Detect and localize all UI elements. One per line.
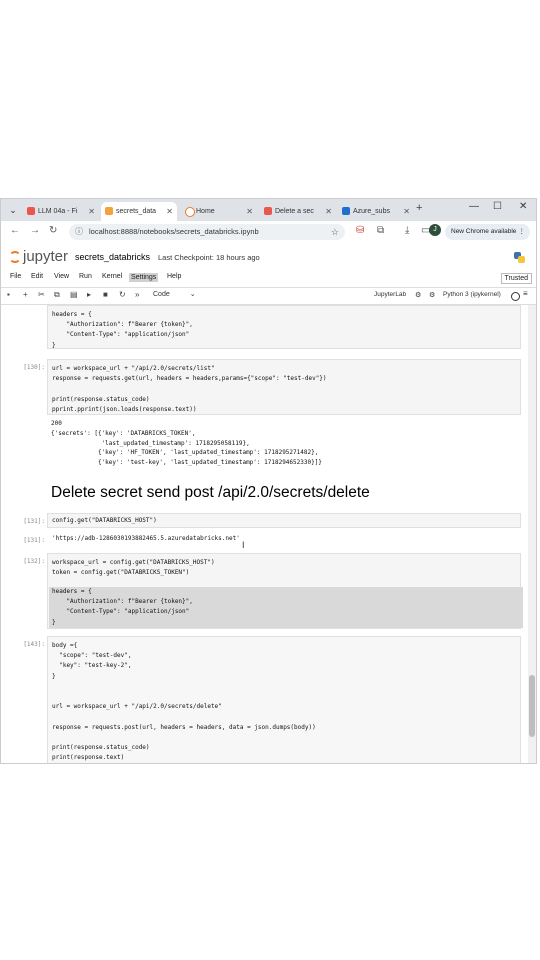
cell-code[interactable]: workspace_url = config.get("DATABRICKS_H… [52, 558, 215, 578]
stop-icon[interactable]: ■ [103, 290, 108, 299]
tab-llm[interactable]: LLM 04a - Fi ✕ [23, 202, 99, 221]
scrollbar-thumb[interactable] [529, 675, 535, 737]
checkpoint-status: Last Checkpoint: 18 hours ago [158, 253, 260, 262]
close-icon[interactable]: ✕ [166, 202, 173, 221]
cell-type-select[interactable]: Code ⌄ [153, 290, 196, 298]
tab-home[interactable]: Home ✕ [181, 202, 257, 221]
cell-code[interactable]: config.get("DATABRICKS_HOST") [52, 516, 157, 526]
tab-search-icon[interactable]: ⌄ [6, 203, 20, 217]
close-icon[interactable]: ✕ [325, 202, 332, 221]
cut-icon[interactable]: ✂ [38, 290, 45, 299]
settings-gear-icon[interactable]: ⚙ [429, 291, 435, 299]
menu-help[interactable]: Help [167, 273, 181, 280]
save-icon[interactable]: ▪ [7, 290, 10, 299]
markdown-heading: Delete secret send post /api/2.0/secrets… [51, 484, 370, 501]
jupyter-file-icon [105, 207, 113, 215]
cell-code[interactable]: url = workspace_url + "/api/2.0/secrets/… [52, 364, 327, 415]
scrollbar[interactable] [528, 305, 536, 763]
menu-view[interactable]: View [54, 273, 69, 280]
close-window-button[interactable]: ✕ [519, 201, 527, 212]
kernel-status-icon [511, 292, 520, 301]
extensions-puzzle-icon[interactable]: ⧉ [377, 225, 384, 236]
copy-icon[interactable]: ⧉ [54, 290, 60, 300]
notebook-name[interactable]: secrets_databricks [75, 252, 150, 262]
menu-settings[interactable]: Settings [129, 273, 159, 282]
menu-kernel[interactable]: Kernel [102, 273, 122, 280]
url-text: localhost:8888/notebooks/secrets_databri… [89, 227, 259, 236]
notebook-area: headers = { "Authorization": f"Bearer {t… [1, 305, 528, 763]
tab-delete-secret[interactable]: Delete a sec ✕ [260, 202, 336, 221]
cell-prompt: [132]: [23, 558, 45, 565]
menu-bar: File Edit View Run Kernel Settings Help … [1, 271, 536, 285]
restart-run-all-icon[interactable]: » [135, 290, 139, 299]
notebook-toolbar: ▪ + ✂ ⧉ ▤ ▸ ■ ↻ » Code ⌄ JupyterLab ⚙ ⚙ … [1, 287, 536, 305]
tab-title: Azure_subs [353, 208, 390, 215]
tab-secrets[interactable]: secrets_data ✕ [101, 202, 177, 221]
tab-azure[interactable]: Azure_subs ✕ [338, 202, 414, 221]
databricks-icon [264, 207, 272, 215]
add-cell-icon[interactable]: + [23, 290, 28, 299]
notebook-settings-icon[interactable]: ⚙ [415, 291, 421, 299]
menu-icon[interactable]: ≡ [523, 289, 528, 298]
maximize-button[interactable]: ☐ [493, 201, 502, 212]
cell-prompt: [131]: [23, 518, 45, 525]
code-cell[interactable]: headers = { "Authorization": f"Bearer {t… [47, 305, 521, 349]
back-arrow-icon[interactable]: ← [10, 225, 20, 236]
jupyter-logo-icon [9, 251, 21, 263]
reload-icon[interactable]: ↻ [49, 225, 57, 236]
jupyter-logo-text: jupyter [23, 248, 69, 265]
address-bar[interactable]: ⓘ localhost:8888/notebooks/secrets_datab… [69, 224, 345, 240]
kernel-name[interactable]: Python 3 (ipykernel) [443, 291, 501, 298]
cell-output: 'https://adb-1286030193882465.5.azuredat… [52, 535, 240, 542]
cell-prompt: [130]: [23, 364, 45, 371]
cell-code[interactable]: body ={ "scope": "test-dev", "key": "tes… [52, 641, 316, 763]
download-icon[interactable]: ⤓ [405, 225, 409, 236]
cell-code[interactable]: headers = { "Authorization": f"Bearer {t… [52, 310, 193, 351]
tab-title: secrets_data [116, 208, 157, 215]
minimize-button[interactable]: — [469, 201, 479, 212]
selected-code[interactable]: headers = { "Authorization": f"Bearer {t… [49, 587, 523, 628]
jupyter-header: jupyter secrets_databricks Last Checkpoi… [1, 245, 536, 271]
browser-window: ⌄ LLM 04a - Fi ✕ secrets_data ✕ Home ✕ D… [0, 198, 537, 764]
code-cell[interactable]: url = workspace_url + "/api/2.0/secrets/… [47, 359, 521, 415]
menu-run[interactable]: Run [79, 273, 92, 280]
close-icon[interactable]: ✕ [403, 202, 410, 221]
menu-file[interactable]: File [10, 273, 21, 280]
run-icon[interactable]: ▸ [87, 290, 91, 299]
close-icon[interactable]: ✕ [88, 202, 95, 221]
python-logo-icon [514, 252, 525, 263]
tab-title: Home [196, 208, 215, 215]
forward-arrow-icon[interactable]: → [30, 225, 40, 236]
paste-icon[interactable]: ▤ [70, 290, 78, 299]
output-prompt: [131]: [23, 537, 45, 544]
cell-type-value: Code [153, 291, 170, 298]
new-tab-button[interactable]: + [416, 202, 422, 214]
code-cell-active[interactable]: body ={ "scope": "test-dev", "key": "tes… [47, 636, 521, 763]
azure-icon [342, 207, 350, 215]
close-icon[interactable]: ✕ [246, 202, 253, 221]
tab-strip: ⌄ LLM 04a - Fi ✕ secrets_data ✕ Home ✕ D… [1, 199, 536, 221]
cell-prompt: [143]: [23, 641, 45, 648]
more-menu-icon[interactable]: ⋮ [519, 224, 526, 240]
tab-title: LLM 04a - Fi [38, 208, 78, 215]
chrome-update-label: New Chrome available [451, 228, 517, 235]
extension-icon[interactable]: ⛁ [356, 225, 364, 236]
new-chrome-available-button[interactable]: New Chrome available ⋮ [445, 224, 530, 240]
tab-title: Delete a sec [275, 208, 314, 215]
text-cursor-icon: I [242, 540, 245, 550]
navigation-bar: ← → ↻ ⓘ localhost:8888/notebooks/secrets… [1, 221, 536, 243]
jupyter-icon [185, 207, 195, 217]
code-cell[interactable]: workspace_url = config.get("DATABRICKS_H… [47, 553, 523, 629]
bookmark-star-icon[interactable]: ☆ [331, 224, 339, 240]
trusted-indicator[interactable]: Trusted [500, 273, 532, 284]
profile-avatar[interactable]: J [429, 224, 441, 236]
code-cell[interactable]: config.get("DATABRICKS_HOST") [47, 513, 521, 528]
jupyterlab-link[interactable]: JupyterLab [374, 291, 406, 298]
chevron-down-icon: ⌄ [189, 291, 196, 298]
cell-output: 200 {'secrets': [{'key': 'DATABRICKS_TOK… [51, 420, 322, 467]
menu-edit[interactable]: Edit [31, 273, 43, 280]
site-info-icon[interactable]: ⓘ [75, 224, 83, 240]
databricks-icon [27, 207, 35, 215]
restart-icon[interactable]: ↻ [119, 290, 126, 299]
